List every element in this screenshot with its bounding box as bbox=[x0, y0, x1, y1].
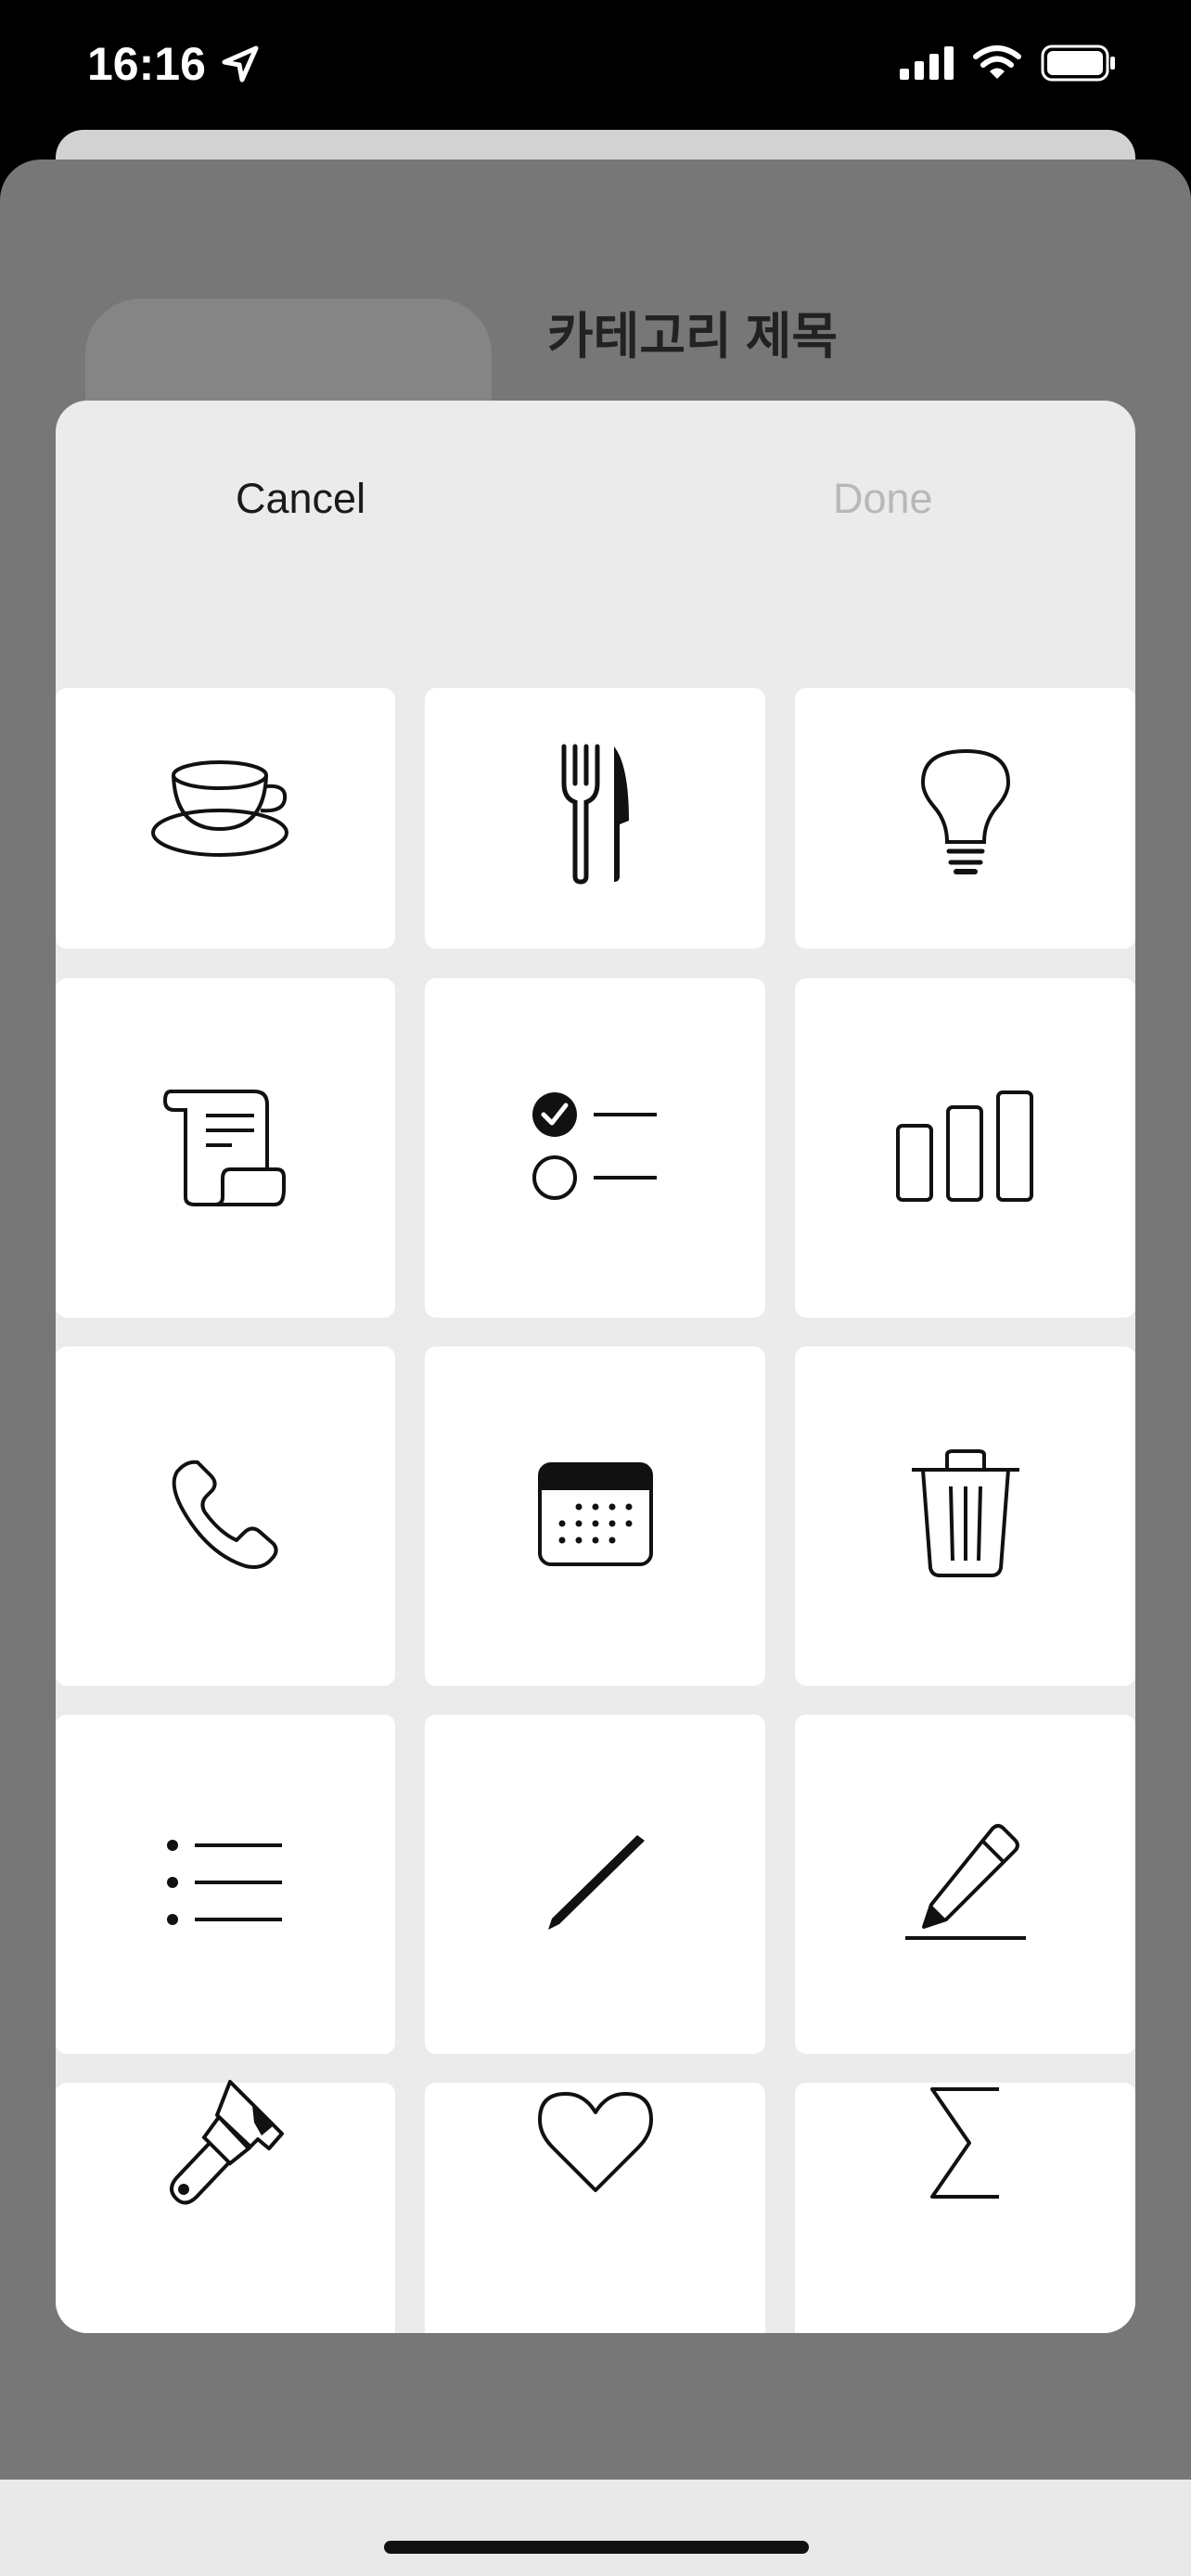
status-time: 16:16 bbox=[87, 38, 206, 90]
pencil-icon bbox=[544, 1831, 647, 1938]
bullet-list-icon bbox=[167, 1838, 284, 1932]
category-title: 카테고리 제목 bbox=[547, 309, 839, 364]
picker-header: Cancel Done bbox=[56, 401, 1135, 688]
icon-option-fork-knife[interactable] bbox=[425, 688, 765, 949]
icon-grid bbox=[56, 688, 1135, 2333]
status-indicators bbox=[900, 45, 1117, 86]
icon-option-scroll[interactable] bbox=[56, 978, 395, 1318]
icon-option-coffee[interactable] bbox=[56, 688, 395, 949]
icon-option-checklist[interactable] bbox=[425, 978, 765, 1318]
icon-option-lightbulb[interactable] bbox=[795, 688, 1135, 949]
icon-option-paintbrush[interactable] bbox=[56, 2079, 395, 2333]
icon-option-trash[interactable] bbox=[795, 1346, 1135, 1686]
sigma-icon bbox=[928, 2086, 1003, 2203]
icon-option-pencil-line[interactable] bbox=[795, 1715, 1135, 2054]
home-indicator-area bbox=[0, 2480, 1191, 2576]
done-button[interactable]: Done bbox=[833, 475, 933, 523]
icon-option-heart[interactable] bbox=[425, 2083, 765, 2333]
paintbrush-icon bbox=[165, 2078, 286, 2213]
icon-option-phone[interactable] bbox=[56, 1346, 395, 1686]
coffee-cup-icon bbox=[151, 760, 300, 876]
fork-knife-icon bbox=[558, 744, 633, 890]
bar-chart-icon bbox=[895, 1090, 1035, 1206]
battery-icon bbox=[1041, 45, 1117, 86]
icon-option-bullet-list[interactable] bbox=[56, 1715, 395, 2054]
heart-icon bbox=[537, 2091, 653, 2199]
pencil-line-icon bbox=[904, 1823, 1026, 1945]
icon-picker-sheet: Cancel Done bbox=[56, 401, 1135, 2333]
icon-option-sigma[interactable] bbox=[795, 2083, 1135, 2333]
icon-option-bar-chart[interactable] bbox=[795, 978, 1135, 1318]
phone-icon bbox=[170, 1459, 281, 1575]
icon-option-pencil[interactable] bbox=[425, 1715, 765, 2054]
icon-option-calendar[interactable] bbox=[425, 1346, 765, 1686]
signal-icon bbox=[900, 46, 954, 84]
lightbulb-icon bbox=[919, 748, 1012, 886]
scroll-icon bbox=[162, 1086, 286, 1211]
home-indicator[interactable] bbox=[384, 2541, 809, 2554]
checklist-icon bbox=[531, 1090, 660, 1206]
wifi-icon bbox=[973, 45, 1021, 85]
status-bar: 16:16 bbox=[0, 0, 1191, 139]
cancel-button[interactable]: Cancel bbox=[236, 475, 365, 523]
trash-icon bbox=[910, 1448, 1021, 1584]
location-arrow-icon bbox=[219, 43, 262, 85]
calendar-icon bbox=[537, 1461, 653, 1571]
